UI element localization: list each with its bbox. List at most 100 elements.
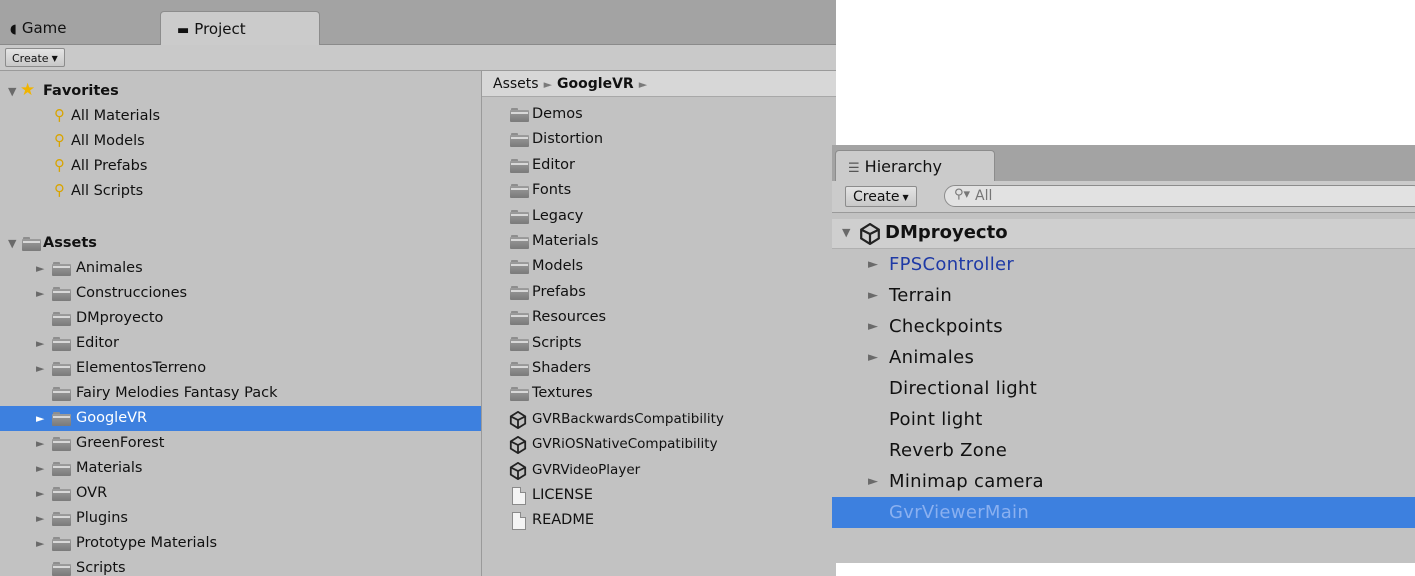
hierarchy-item[interactable]: Reverb Zone xyxy=(832,435,1415,466)
expand-arrow-icon[interactable]: ▼ xyxy=(8,79,16,104)
tree-row[interactable]: ⚲ All Scripts xyxy=(0,179,481,204)
tree-row[interactable]: ► ElementosTerreno xyxy=(0,356,481,381)
hierarchy-item[interactable]: ► Checkpoints xyxy=(832,311,1415,342)
tree-row[interactable]: ► GreenForest xyxy=(0,431,481,456)
tree-row[interactable]: ⚲ All Materials xyxy=(0,104,481,129)
hierarchy-item[interactable]: ► Animales xyxy=(832,342,1415,373)
folder-body xyxy=(52,514,71,526)
expand-arrow-icon[interactable]: ► xyxy=(36,406,44,431)
tree-row[interactable]: ⚲ All Models xyxy=(0,129,481,154)
expand-arrow-icon[interactable]: ▼ xyxy=(842,226,850,239)
tree-row[interactable]: DMproyecto xyxy=(0,306,481,331)
expand-arrow-icon[interactable]: ► xyxy=(36,281,44,306)
hierarchy-search-field[interactable]: ⚲▾ xyxy=(944,185,1415,207)
tree-row[interactable]: ► Construcciones xyxy=(0,281,481,306)
asset-item[interactable]: Materials xyxy=(482,229,836,254)
asset-item[interactable]: GVRVideoPlayer xyxy=(482,458,836,483)
tab-hierarchy[interactable]: ☰ Hierarchy xyxy=(835,150,995,181)
asset-item[interactable]: Demos xyxy=(482,102,836,127)
create-label: Create xyxy=(853,189,900,205)
tree-row-label: Scripts xyxy=(76,560,126,576)
asset-item[interactable]: LICENSE xyxy=(482,483,836,508)
asset-item[interactable]: Models xyxy=(482,254,836,279)
folder-icon xyxy=(52,337,71,351)
breadcrumb-googlevr[interactable]: GoogleVR xyxy=(557,76,634,92)
hierarchy-item[interactable]: Directional light xyxy=(832,373,1415,404)
asset-item[interactable]: Editor xyxy=(482,153,836,178)
hierarchy-item[interactable]: ► Minimap camera xyxy=(832,466,1415,497)
hierarchy-item[interactable]: GvrViewerMain xyxy=(832,497,1415,528)
tree-row-label: All Models xyxy=(71,133,145,149)
expand-arrow-icon[interactable]: ► xyxy=(868,466,878,497)
expand-arrow-icon[interactable]: ► xyxy=(868,249,878,280)
folder-body xyxy=(52,389,71,401)
asset-item[interactable]: Scripts xyxy=(482,331,836,356)
tree-row[interactable]: ► GoogleVR xyxy=(0,406,481,431)
tab-game[interactable]: ◖ Game xyxy=(0,11,160,45)
folder-body xyxy=(52,539,71,551)
breadcrumb-separator-icon: ► xyxy=(638,78,648,91)
hierarchy-item-label: Animales xyxy=(889,347,975,368)
unity-scene-icon xyxy=(509,410,527,429)
tree-row[interactable]: ▼ Assets xyxy=(0,231,481,256)
folder-body xyxy=(510,211,529,224)
asset-item[interactable]: Legacy xyxy=(482,204,836,229)
folder-body xyxy=(510,135,529,148)
expand-arrow-icon[interactable]: ► xyxy=(36,431,44,456)
asset-item[interactable]: Resources xyxy=(482,305,836,330)
expand-arrow-icon[interactable]: ► xyxy=(36,256,44,281)
asset-item-label: Shaders xyxy=(532,360,591,376)
tab-game-label: Game xyxy=(21,19,67,37)
expand-arrow-icon[interactable]: ► xyxy=(36,481,44,506)
expand-arrow-icon[interactable]: ► xyxy=(868,311,878,342)
tree-row[interactable]: ► Prototype Materials xyxy=(0,531,481,556)
asset-item[interactable]: Textures xyxy=(482,381,836,406)
tree-row[interactable]: ► Animales xyxy=(0,256,481,281)
expand-arrow-icon[interactable]: ► xyxy=(36,531,44,556)
folder-body xyxy=(52,564,71,576)
folder-body xyxy=(52,339,71,351)
tree-row[interactable]: ► Plugins xyxy=(0,506,481,531)
folder-icon xyxy=(52,412,71,426)
project-contents-pane: Assets ► GoogleVR ► Demos Distortion Editor Fo… xyxy=(482,71,836,576)
search-icon[interactable]: ⚲▾ xyxy=(954,187,970,202)
tree-row[interactable]: ▼ ★ Favorites xyxy=(0,79,481,104)
hierarchy-item[interactable]: Point light xyxy=(832,404,1415,435)
breadcrumb-assets[interactable]: Assets xyxy=(493,76,539,92)
tree-row[interactable]: ► OVR xyxy=(0,481,481,506)
asset-item-label: GVRVideoPlayer xyxy=(532,461,641,478)
tab-hierarchy-label: Hierarchy xyxy=(864,157,942,176)
tree-row[interactable]: Fairy Melodies Fantasy Pack xyxy=(0,381,481,406)
folder-icon xyxy=(510,133,529,148)
expand-arrow-icon[interactable]: ► xyxy=(36,331,44,356)
folder-body xyxy=(52,264,71,276)
expand-arrow-icon[interactable]: ► xyxy=(868,280,878,311)
asset-item[interactable]: Prefabs xyxy=(482,280,836,305)
scene-row[interactable]: ▼ DMproyecto xyxy=(832,219,1415,249)
hierarchy-search-input[interactable] xyxy=(975,186,1395,206)
expand-arrow-icon[interactable]: ► xyxy=(36,456,44,481)
hierarchy-item[interactable]: ► FPSController xyxy=(832,249,1415,280)
expand-arrow-icon[interactable]: ▼ xyxy=(8,231,16,256)
folder-icon xyxy=(510,108,529,122)
hierarchy-item[interactable]: ► Terrain xyxy=(832,280,1415,311)
asset-item[interactable]: Fonts xyxy=(482,178,836,203)
asset-item[interactable]: Shaders xyxy=(482,356,836,381)
tree-row[interactable]: ► Materials xyxy=(0,456,481,481)
tree-row[interactable]: Scripts xyxy=(0,556,481,576)
expand-arrow-icon[interactable]: ► xyxy=(36,356,44,381)
asset-item[interactable]: Distortion xyxy=(482,127,836,152)
expand-arrow-icon[interactable]: ► xyxy=(868,342,878,373)
tree-row[interactable]: ► Editor xyxy=(0,331,481,356)
tab-project[interactable]: ▬ Project xyxy=(160,11,320,45)
project-create-button[interactable]: Create ▼ xyxy=(5,48,65,67)
asset-item[interactable]: GVRBackwardsCompatibility xyxy=(482,407,836,432)
tree-row[interactable]: ⚲ All Prefabs xyxy=(0,154,481,179)
hierarchy-item-label: GvrViewerMain xyxy=(889,502,1030,523)
star-icon: ★ xyxy=(20,80,36,100)
expand-arrow-icon[interactable]: ► xyxy=(36,506,44,531)
asset-item[interactable]: GVRiOSNativeCompatibility xyxy=(482,432,836,457)
tree-row-label: All Scripts xyxy=(71,183,144,199)
asset-item[interactable]: README xyxy=(482,508,836,533)
hierarchy-create-button[interactable]: Create ▼ xyxy=(845,186,917,207)
